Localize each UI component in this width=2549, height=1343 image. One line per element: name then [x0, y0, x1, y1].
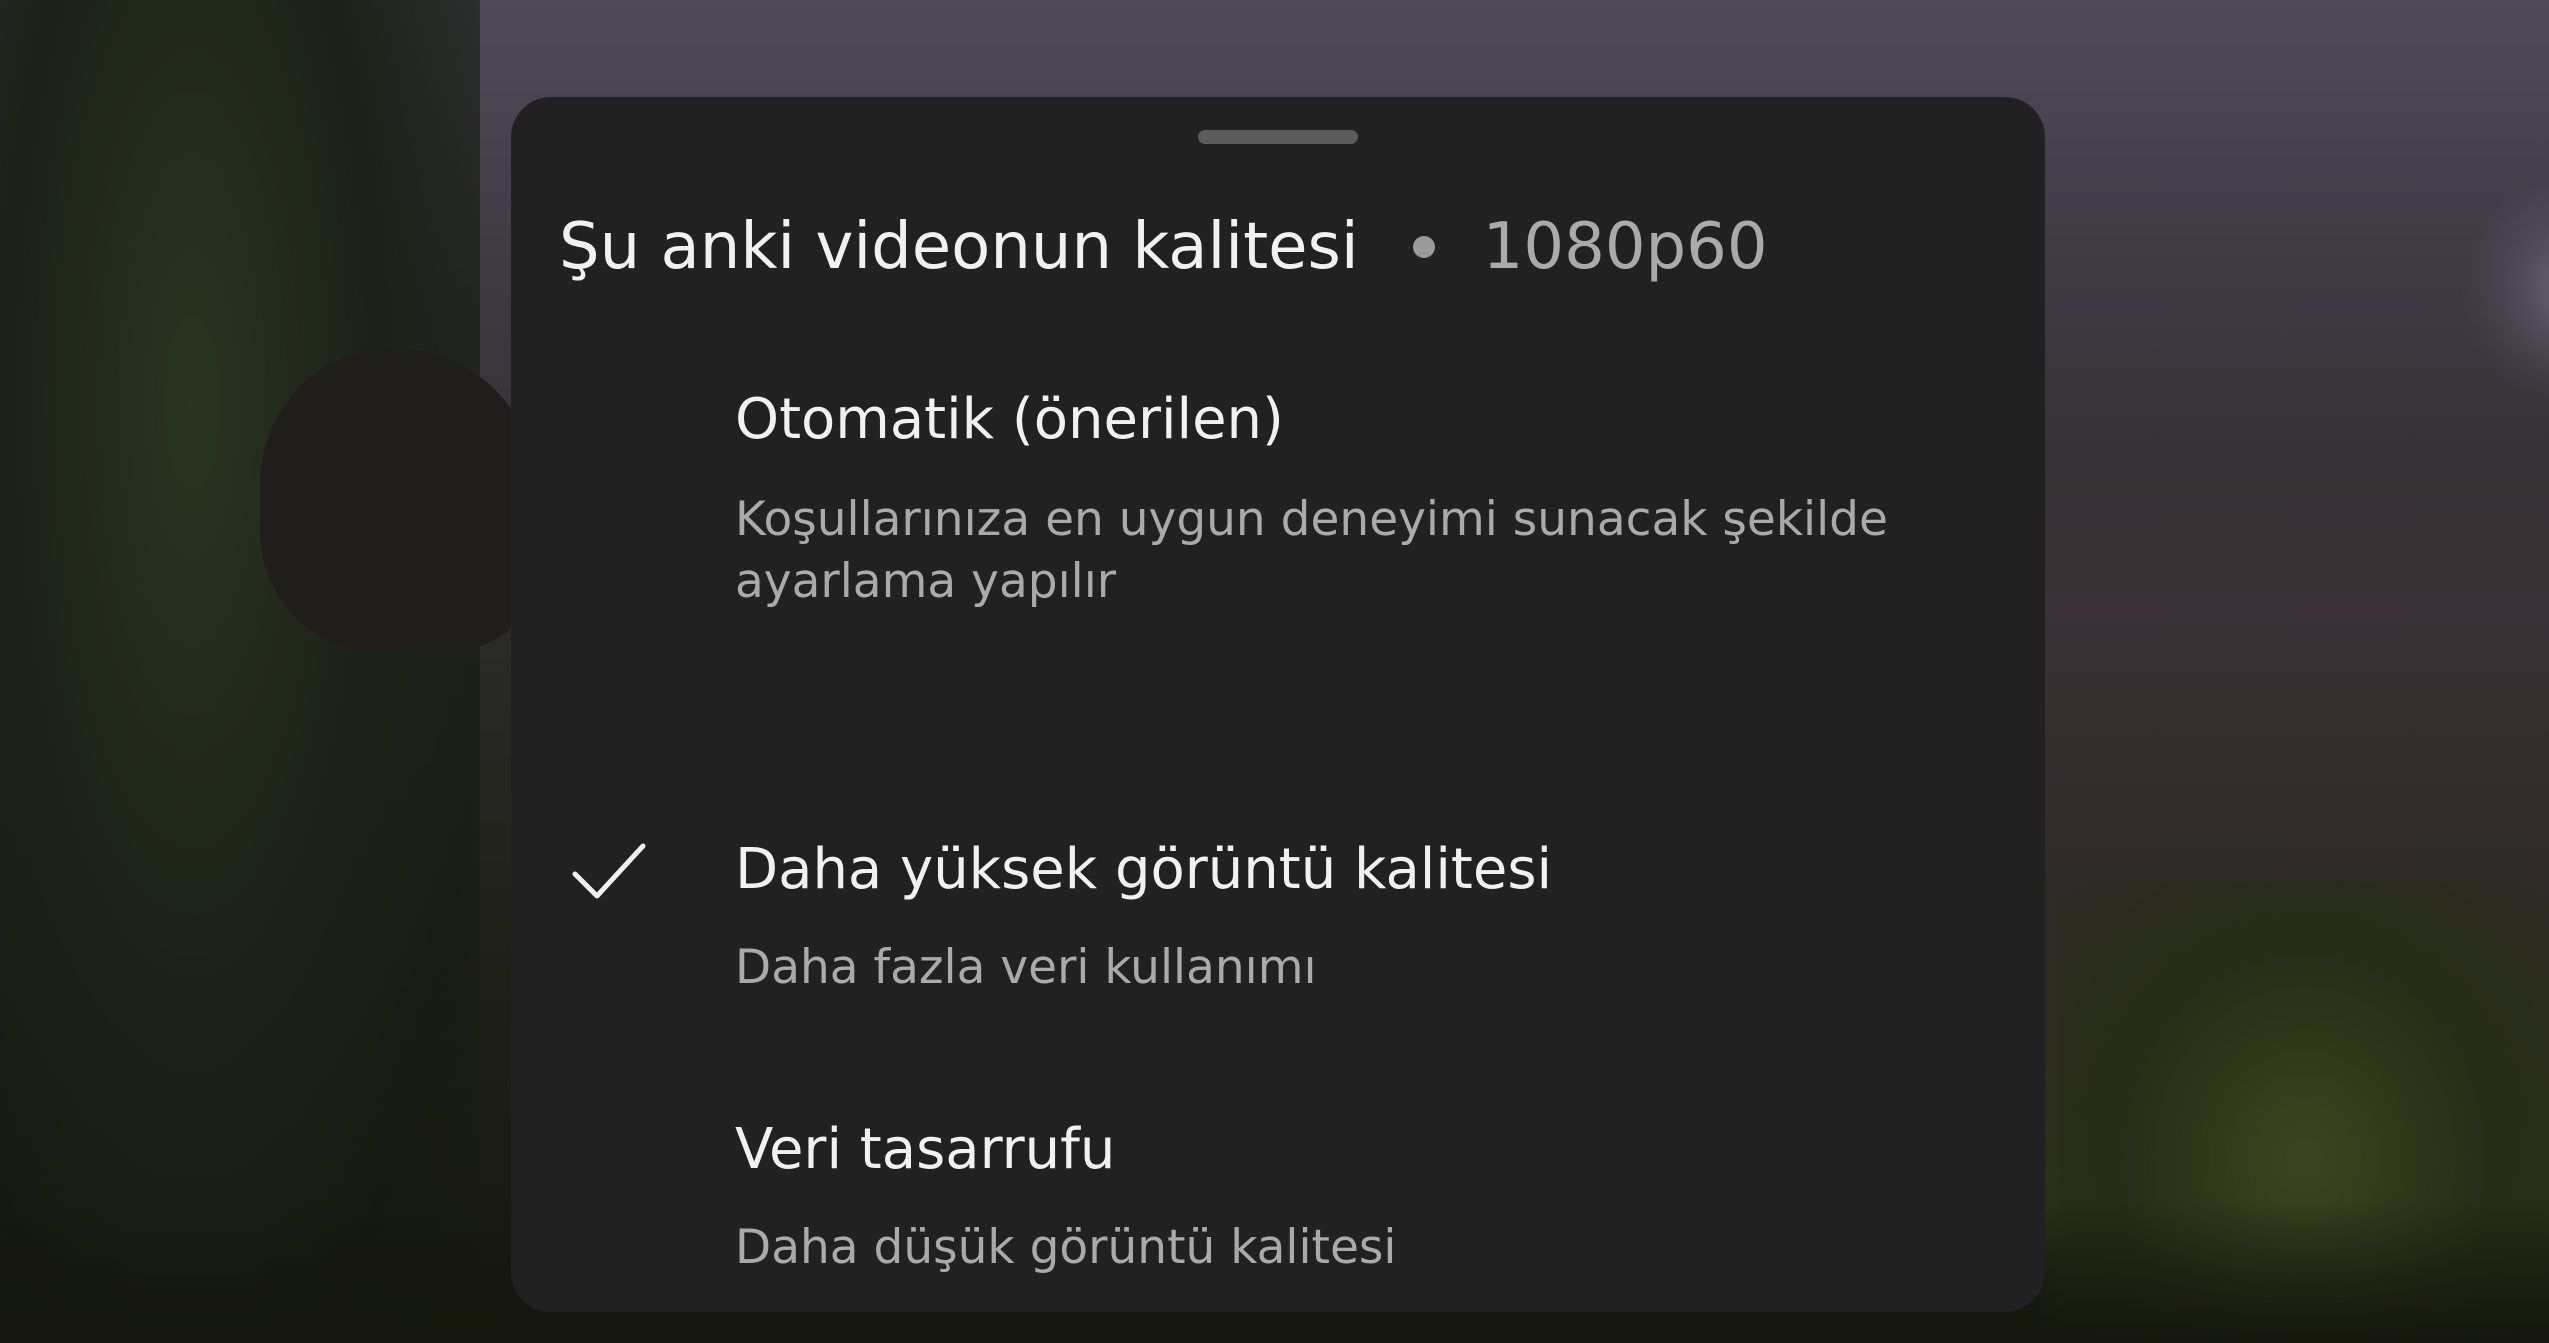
checkmark-icon [572, 843, 646, 899]
drag-handle[interactable] [1198, 130, 1358, 144]
option-label: Daha yüksek görüntü kalitesi [735, 837, 1553, 902]
option-data-saver[interactable]: Veri tasarrufu Daha düşük görüntü kalite… [511, 1012, 2045, 1292]
option-description: Daha düşük görüntü kalitesi [735, 1220, 1397, 1275]
background-rock [260, 350, 540, 650]
quality-bottom-sheet: Şu anki videonun kalitesi 1080p60 Otomat… [511, 97, 2045, 1312]
option-description: Daha fazla veri kullanımı [735, 940, 1317, 995]
option-auto[interactable]: Otomatik (önerilen) Koşullarınıza en uyg… [511, 387, 2045, 727]
option-label: Veri tasarrufu [735, 1117, 1116, 1182]
sheet-header: Şu anki videonun kalitesi 1080p60 [559, 197, 1768, 297]
separator-dot [1412, 236, 1435, 258]
option-label: Otomatik (önerilen) [735, 387, 1284, 452]
option-description: Koşullarınıza en uygun deneyimi sunacak … [735, 492, 1888, 609]
background-trees-left [0, 0, 480, 1343]
current-quality-value: 1080p60 [1482, 210, 1768, 284]
option-higher-quality[interactable]: Daha yüksek görüntü kalitesi Daha fazla … [511, 732, 2045, 1012]
sheet-title: Şu anki videonun kalitesi [559, 210, 1359, 284]
